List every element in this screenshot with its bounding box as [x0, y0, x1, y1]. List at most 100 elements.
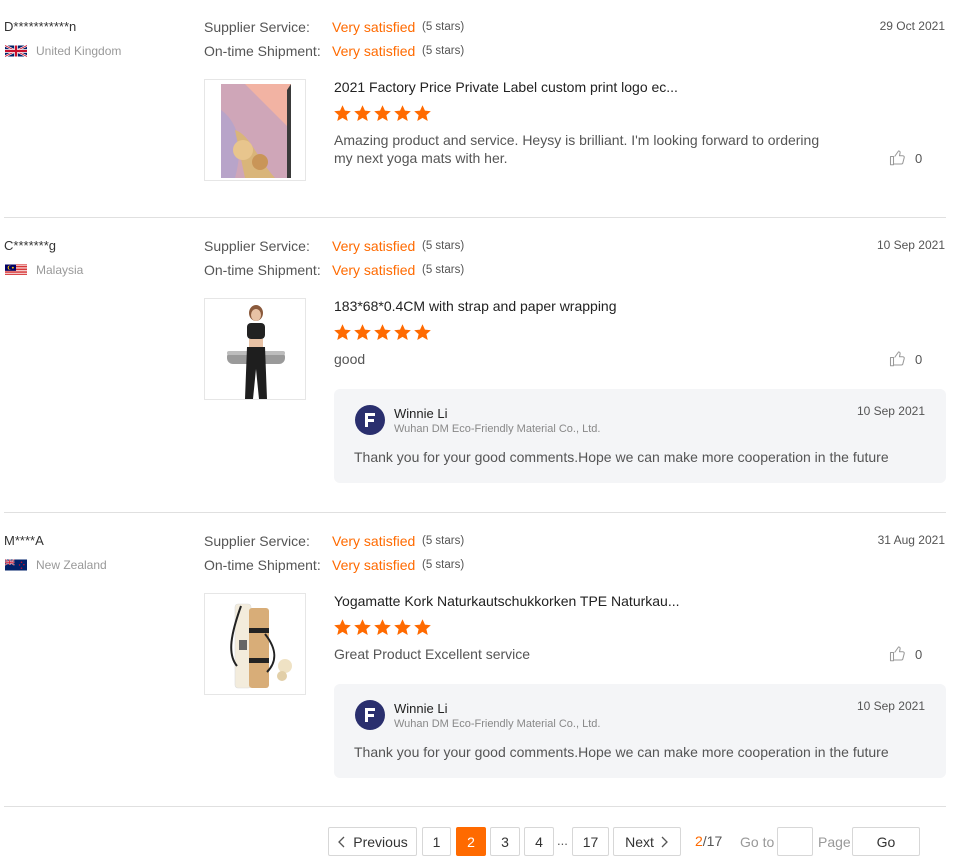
- thumbs-up-icon: [889, 646, 905, 662]
- ontime-shipment-stars: (5 stars): [422, 559, 465, 571]
- reply-author: Winnie Li: [394, 701, 448, 716]
- thumbs-up-icon: [889, 150, 905, 166]
- star-icon: [334, 105, 351, 122]
- star-icon: [374, 619, 391, 636]
- buyer-name: M****A: [4, 533, 44, 548]
- supplier-service-value: Very satisfied: [332, 19, 416, 35]
- page-button-1[interactable]: 1: [422, 827, 451, 856]
- buyer-country: Malaysia: [36, 263, 84, 277]
- star-icon: [334, 324, 351, 341]
- divider: [4, 806, 946, 807]
- previous-label: Previous: [353, 833, 408, 850]
- review-date: 29 Oct 2021: [879, 19, 945, 33]
- supplier-service-stars: (5 stars): [422, 21, 465, 33]
- reply-author: Winnie Li: [394, 406, 448, 421]
- page-ellipsis: ...: [557, 833, 568, 848]
- like-count: 0: [915, 646, 923, 662]
- supplier-logo-icon: [365, 413, 375, 427]
- page-button-last[interactable]: 17: [572, 827, 609, 856]
- reply-text: Thank you for your good comments.Hope we…: [354, 744, 889, 760]
- divider: [4, 217, 946, 218]
- review-date: 31 Aug 2021: [877, 533, 945, 547]
- page-button-2[interactable]: 2: [456, 827, 486, 856]
- review-text: Great Product Excellent service: [334, 646, 531, 662]
- ontime-shipment-label: On-time Shipment:: [204, 557, 321, 573]
- next-page-button[interactable]: Next: [613, 827, 681, 856]
- supplier-service-label: Supplier Service:: [204, 533, 310, 549]
- supplier-service-label: Supplier Service:: [204, 238, 310, 254]
- star-rating: [333, 104, 432, 123]
- star-rating: [333, 618, 432, 637]
- go-button[interactable]: Go: [852, 827, 920, 856]
- supplier-service-value: Very satisfied: [332, 533, 416, 549]
- reply-date: 10 Sep 2021: [856, 699, 925, 713]
- malaysia-flag-icon: [5, 264, 27, 276]
- product-title[interactable]: Yogamatte Kork Naturkautschukkorken TPE …: [334, 593, 680, 609]
- star-rating: [333, 323, 432, 342]
- goto-page-input[interactable]: [777, 827, 813, 856]
- like-button[interactable]: 0: [889, 149, 922, 167]
- supplier-service-label: Supplier Service:: [204, 19, 310, 35]
- star-icon: [354, 619, 371, 636]
- reply-company: Wuhan DM Eco-Friendly Material Co., Ltd.: [394, 718, 601, 730]
- supplier-service-value: Very satisfied: [332, 238, 416, 254]
- ontime-shipment-label: On-time Shipment:: [204, 43, 321, 59]
- new-zealand-flag-icon: [5, 558, 27, 571]
- review-text: Amazing product and service. Heysy is br…: [334, 132, 820, 166]
- reply-date: 10 Sep 2021: [856, 404, 925, 418]
- product-title[interactable]: 183*68*0.4CM with strap and paper wrappi…: [334, 298, 617, 314]
- ontime-shipment-stars: (5 stars): [422, 264, 465, 276]
- like-button[interactable]: 0: [889, 350, 922, 368]
- uk-flag-icon: [5, 44, 27, 58]
- product-title[interactable]: 2021 Factory Price Private Label custom …: [334, 79, 678, 95]
- total-pages: /17: [702, 833, 723, 849]
- product-image[interactable]: [204, 593, 306, 695]
- star-icon: [414, 324, 431, 341]
- supplier-avatar: [355, 405, 385, 435]
- page-count: 2/17: [695, 833, 722, 849]
- review-text: good: [334, 351, 366, 367]
- star-icon: [394, 105, 411, 122]
- star-icon: [374, 324, 391, 341]
- ontime-shipment-value: Very satisfied: [332, 262, 416, 278]
- divider: [4, 512, 946, 513]
- page-button-4[interactable]: 4: [524, 827, 554, 856]
- buyer-name: D***********n: [4, 19, 77, 34]
- like-count: 0: [915, 351, 923, 367]
- thumbs-up-icon: [889, 351, 905, 367]
- reply-text: Thank you for your good comments.Hope we…: [354, 449, 889, 465]
- goto-label: Go to: [740, 834, 775, 850]
- chevron-right-icon: [661, 836, 668, 847]
- star-icon: [374, 105, 391, 122]
- star-icon: [394, 619, 411, 636]
- supplier-avatar: [355, 700, 385, 730]
- ontime-shipment-value: Very satisfied: [332, 557, 416, 573]
- page-label: Page: [818, 834, 851, 850]
- page-button-3[interactable]: 3: [490, 827, 520, 856]
- ontime-shipment-label: On-time Shipment:: [204, 262, 321, 278]
- ontime-shipment-stars: (5 stars): [422, 45, 465, 57]
- like-count: 0: [915, 150, 923, 166]
- star-icon: [354, 324, 371, 341]
- star-icon: [354, 105, 371, 122]
- review-date: 10 Sep 2021: [876, 238, 945, 252]
- supplier-service-stars: (5 stars): [422, 240, 465, 252]
- product-image[interactable]: [204, 79, 306, 181]
- reply-company: Wuhan DM Eco-Friendly Material Co., Ltd.: [394, 423, 601, 435]
- buyer-name: C*******g: [4, 238, 57, 253]
- supplier-service-stars: (5 stars): [422, 535, 465, 547]
- like-button[interactable]: 0: [889, 645, 922, 663]
- ontime-shipment-value: Very satisfied: [332, 43, 416, 59]
- buyer-country: New Zealand: [36, 558, 107, 572]
- buyer-country: United Kingdom: [36, 44, 122, 58]
- star-icon: [414, 619, 431, 636]
- previous-page-button[interactable]: Previous: [328, 827, 417, 856]
- supplier-reply: Winnie Li Wuhan DM Eco-Friendly Material…: [334, 389, 946, 483]
- product-image[interactable]: [204, 298, 306, 400]
- next-label: Next: [625, 833, 654, 850]
- star-icon: [414, 105, 431, 122]
- supplier-logo-icon: [365, 708, 375, 722]
- star-icon: [334, 619, 351, 636]
- chevron-left-icon: [338, 836, 345, 847]
- current-page: 2: [695, 833, 703, 849]
